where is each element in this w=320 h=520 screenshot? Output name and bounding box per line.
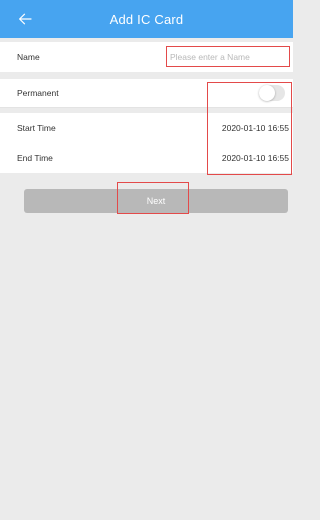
end-time-value[interactable]: 2020-01-10 16:55 — [222, 153, 289, 163]
back-button[interactable] — [12, 7, 38, 31]
name-input[interactable] — [168, 48, 288, 66]
name-row: Name — [0, 42, 293, 72]
end-time-label: End Time — [17, 153, 53, 163]
next-button[interactable]: Next — [24, 189, 288, 213]
divider — [0, 107, 293, 108]
end-time-row[interactable]: End Time 2020-01-10 16:55 — [0, 143, 293, 173]
start-time-value[interactable]: 2020-01-10 16:55 — [222, 123, 289, 133]
name-label: Name — [17, 52, 40, 62]
page-title: Add IC Card — [109, 11, 184, 27]
toggle-knob — [259, 85, 275, 101]
arrow-left-icon — [19, 13, 32, 25]
start-time-row[interactable]: Start Time 2020-01-10 16:55 — [0, 113, 293, 143]
permanent-row: Permanent — [0, 79, 293, 107]
start-time-label: Start Time — [17, 123, 56, 133]
permanent-toggle[interactable] — [259, 85, 285, 101]
app-header: Add IC Card — [0, 0, 293, 38]
permanent-label: Permanent — [17, 88, 59, 98]
